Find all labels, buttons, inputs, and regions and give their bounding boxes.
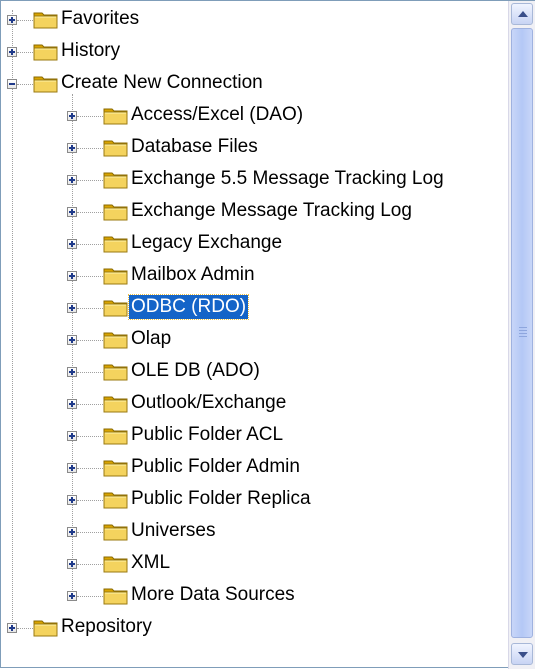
tree-child-node[interactable]: XML <box>1 548 508 580</box>
vertical-scrollbar[interactable] <box>508 1 535 669</box>
tree-node[interactable]: Favorites <box>1 4 508 36</box>
scroll-down-button[interactable] <box>511 643 533 665</box>
tree-child-node[interactable]: Public Folder Admin <box>1 452 508 484</box>
folder-icon <box>103 233 129 253</box>
tree-child-node[interactable]: OLE DB (ADO) <box>1 356 508 388</box>
folder-icon <box>33 73 59 93</box>
folder-icon <box>103 105 129 125</box>
expand-plus-icon[interactable] <box>7 47 17 57</box>
tree-child-node[interactable]: ODBC (RDO) <box>1 292 508 324</box>
folder-icon <box>33 9 59 29</box>
folder-icon <box>103 425 129 445</box>
expand-plus-icon[interactable] <box>67 559 77 569</box>
tree-node[interactable]: Create New Connection <box>1 68 508 100</box>
expand-plus-icon[interactable] <box>67 271 77 281</box>
expand-plus-icon[interactable] <box>67 175 77 185</box>
tree-node-label[interactable]: Database Files <box>129 135 260 159</box>
folder-icon <box>103 201 129 221</box>
expand-plus-icon[interactable] <box>67 143 77 153</box>
connection-tree: Favorites History Create New Connection Acc… <box>1 1 508 669</box>
folder-icon <box>103 361 129 381</box>
collapse-minus-icon[interactable] <box>7 79 17 89</box>
chevron-down-icon <box>518 652 528 658</box>
tree-node-label[interactable]: Universes <box>129 519 217 543</box>
tree-node-label[interactable]: Create New Connection <box>59 71 265 95</box>
folder-icon <box>103 297 129 317</box>
tree-node-label[interactable]: Favorites <box>59 7 141 31</box>
expand-plus-icon[interactable] <box>67 367 77 377</box>
tree-child-node[interactable]: Database Files <box>1 132 508 164</box>
tree-node-label[interactable]: Legacy Exchange <box>129 231 284 255</box>
folder-icon <box>103 457 129 477</box>
tree-node-label-selected[interactable]: ODBC (RDO) <box>127 294 250 320</box>
folder-icon <box>33 617 59 637</box>
tree-node-label[interactable]: Outlook/Exchange <box>129 391 288 415</box>
expand-plus-icon[interactable] <box>67 111 77 121</box>
expand-plus-icon[interactable] <box>67 303 77 313</box>
tree-child-node[interactable]: Public Folder ACL <box>1 420 508 452</box>
tree-node-label[interactable]: Repository <box>59 615 154 639</box>
tree-child-node[interactable]: Exchange 5.5 Message Tracking Log <box>1 164 508 196</box>
tree-node-label[interactable]: Access/Excel (DAO) <box>129 103 305 127</box>
expand-plus-icon[interactable] <box>67 239 77 249</box>
chevron-up-icon <box>518 11 528 17</box>
folder-icon <box>103 585 129 605</box>
tree-node-label[interactable]: XML <box>129 551 172 575</box>
expand-plus-icon[interactable] <box>67 207 77 217</box>
folder-icon <box>103 137 129 157</box>
expand-plus-icon[interactable] <box>67 495 77 505</box>
expand-plus-icon[interactable] <box>67 335 77 345</box>
tree-node-label[interactable]: Public Folder Replica <box>129 487 313 511</box>
tree-node-label[interactable]: Olap <box>129 327 173 351</box>
tree-node-label[interactable]: Public Folder ACL <box>129 423 285 447</box>
folder-icon <box>103 393 129 413</box>
scroll-thumb[interactable] <box>511 28 533 638</box>
tree-child-node[interactable]: Outlook/Exchange <box>1 388 508 420</box>
expand-plus-icon[interactable] <box>67 463 77 473</box>
tree-view-panel: Favorites History Create New Connection Acc… <box>0 0 535 669</box>
expand-plus-icon[interactable] <box>7 15 17 25</box>
tree-node-label[interactable]: Exchange Message Tracking Log <box>129 199 414 223</box>
tree-node-label[interactable]: More Data Sources <box>129 583 297 607</box>
folder-icon <box>103 329 129 349</box>
folder-icon <box>33 41 59 61</box>
folder-icon <box>103 521 129 541</box>
tree-child-node[interactable]: Access/Excel (DAO) <box>1 100 508 132</box>
tree-node[interactable]: History <box>1 36 508 68</box>
folder-icon <box>103 265 129 285</box>
tree-node-label[interactable]: Public Folder Admin <box>129 455 302 479</box>
expand-plus-icon[interactable] <box>67 591 77 601</box>
expand-plus-icon[interactable] <box>67 527 77 537</box>
tree-child-node[interactable]: Mailbox Admin <box>1 260 508 292</box>
tree-node-label[interactable]: Mailbox Admin <box>129 263 257 287</box>
tree-node-label[interactable]: History <box>59 39 122 63</box>
tree-node-label[interactable]: OLE DB (ADO) <box>129 359 262 383</box>
expand-plus-icon[interactable] <box>7 623 17 633</box>
scroll-up-button[interactable] <box>511 3 533 25</box>
tree-child-node[interactable]: Exchange Message Tracking Log <box>1 196 508 228</box>
folder-icon <box>103 489 129 509</box>
folder-icon <box>103 553 129 573</box>
tree-child-node[interactable]: Public Folder Replica <box>1 484 508 516</box>
tree-child-node[interactable]: More Data Sources <box>1 580 508 612</box>
tree-node-label[interactable]: Exchange 5.5 Message Tracking Log <box>129 167 446 191</box>
tree-child-node[interactable]: Legacy Exchange <box>1 228 508 260</box>
expand-plus-icon[interactable] <box>67 431 77 441</box>
expand-plus-icon[interactable] <box>67 399 77 409</box>
tree-child-node[interactable]: Olap <box>1 324 508 356</box>
folder-icon <box>103 169 129 189</box>
tree-node[interactable]: Repository <box>1 612 508 644</box>
tree-child-node[interactable]: Universes <box>1 516 508 548</box>
